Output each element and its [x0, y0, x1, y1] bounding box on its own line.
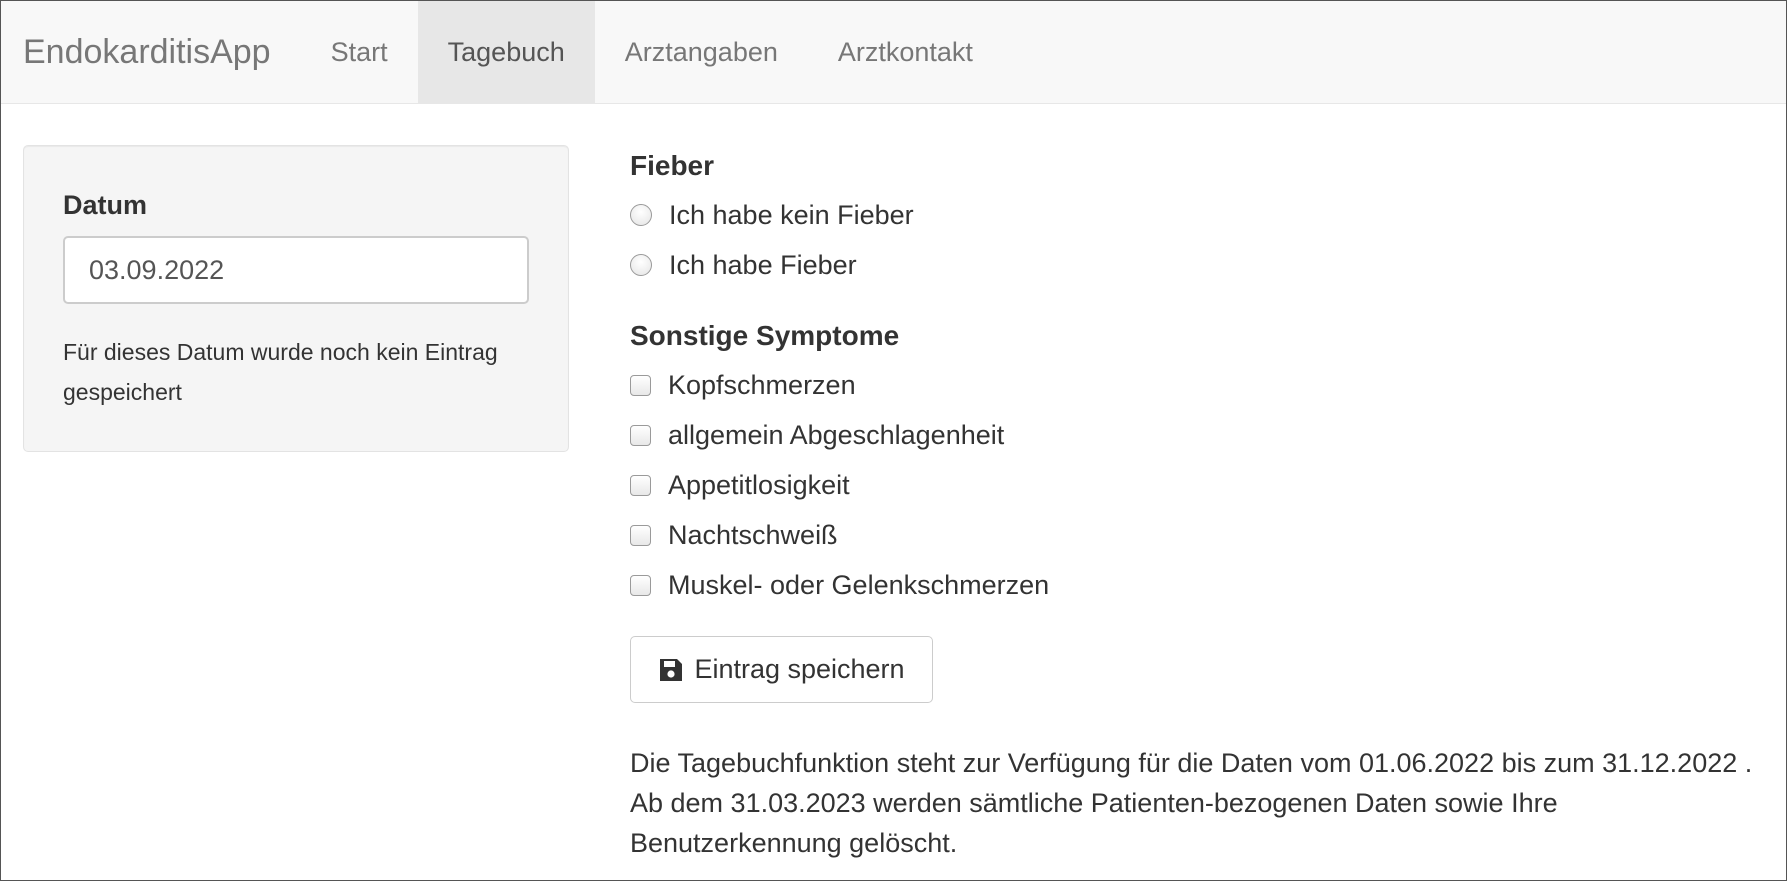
top-navbar: EndokarditisApp Start Tagebuch Arztangab…	[1, 1, 1786, 104]
app-brand[interactable]: EndokarditisApp	[1, 1, 301, 103]
save-entry-button[interactable]: Eintrag speichern	[630, 636, 933, 703]
radio-no-fever[interactable]	[630, 204, 652, 226]
date-panel: Datum Für dieses Datum wurde noch kein E…	[23, 145, 569, 452]
nav-item-arztangaben[interactable]: Arztangaben	[595, 1, 808, 103]
symptom-option-nachtschweiss[interactable]: Nachtschweiß	[630, 520, 838, 550]
option-label[interactable]: Nachtschweiß	[668, 520, 838, 551]
option-label[interactable]: Ich habe Fieber	[669, 250, 857, 281]
checkbox-kopfschmerzen[interactable]	[630, 374, 651, 396]
checkbox-nachtschweiss[interactable]	[630, 524, 651, 546]
entry-status-note: Für dieses Datum wurde noch kein Eintrag…	[63, 339, 498, 405]
fever-option-no-fever[interactable]: Ich habe kein Fieber	[630, 200, 914, 230]
radio-fever[interactable]	[630, 254, 652, 276]
floppy-disk-icon	[660, 658, 683, 681]
option-label[interactable]: Appetitlosigkeit	[668, 470, 850, 501]
fever-option-fever[interactable]: Ich habe Fieber	[630, 250, 857, 280]
diary-info-text: Die Tagebuchfunktion steht zur Verfügung…	[630, 748, 1753, 858]
date-input[interactable]	[63, 236, 529, 304]
symptoms-section-title: Sonstige Symptome	[630, 320, 900, 351]
symptom-option-muskelschmerzen[interactable]: Muskel- oder Gelenkschmerzen	[630, 570, 1049, 600]
nav-item-tagebuch[interactable]: Tagebuch	[417, 1, 595, 103]
option-label[interactable]: Muskel- oder Gelenkschmerzen	[668, 570, 1049, 601]
date-label: Datum	[63, 190, 148, 220]
nav-item-arztkontakt[interactable]: Arztkontakt	[808, 1, 1003, 103]
checkbox-appetitlosigkeit[interactable]	[630, 474, 651, 496]
checkbox-muskelschmerzen[interactable]	[630, 574, 651, 596]
option-label[interactable]: Ich habe kein Fieber	[669, 200, 914, 231]
fever-section-title: Fieber	[630, 150, 715, 181]
symptom-option-kopfschmerzen[interactable]: Kopfschmerzen	[630, 370, 856, 400]
symptom-option-appetitlosigkeit[interactable]: Appetitlosigkeit	[630, 470, 850, 500]
save-button-label[interactable]: Eintrag speichern	[694, 654, 904, 685]
nav-item-start[interactable]: Start	[301, 1, 418, 103]
symptom-option-abgeschlagenheit[interactable]: allgemein Abgeschlagenheit	[630, 420, 1004, 450]
option-label[interactable]: Kopfschmerzen	[668, 370, 856, 401]
checkbox-abgeschlagenheit[interactable]	[630, 424, 651, 446]
option-label[interactable]: allgemein Abgeschlagenheit	[668, 420, 1004, 451]
